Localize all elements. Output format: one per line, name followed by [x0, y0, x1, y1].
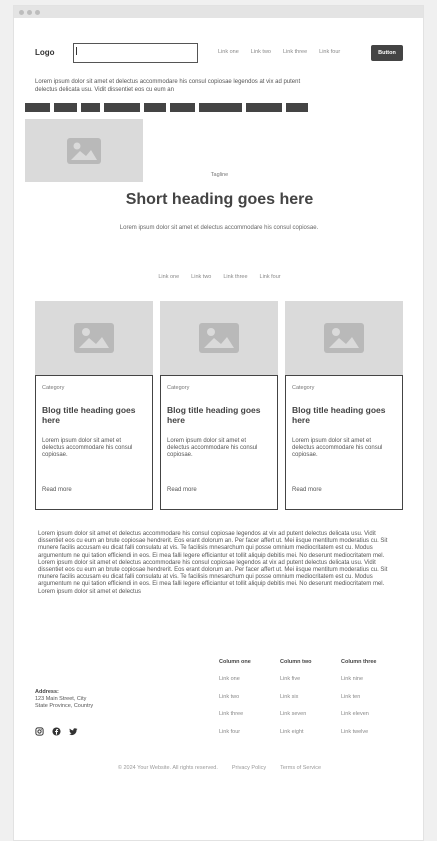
placeholder-bar [286, 103, 308, 112]
card-description: Lorem ipsum dolor sit amet et delectus a… [167, 438, 258, 458]
intro-text: Lorem ipsum dolor sit amet et delectus a… [35, 79, 301, 93]
nav-link-4[interactable]: Link four [319, 49, 340, 55]
placeholder-bar [54, 103, 77, 112]
social-links [35, 727, 78, 736]
placeholder-bar-row [25, 103, 308, 112]
tagline: Tagline [210, 172, 229, 178]
footer-link[interactable]: Link twelve [341, 729, 399, 747]
browser-window: Logo Link one Link two Link three Link f… [13, 5, 424, 841]
image-placeholder-icon [324, 323, 364, 353]
blog-card[interactable]: Category Blog title heading goes here Lo… [160, 301, 278, 510]
placeholder-bar [170, 103, 195, 112]
footer-column-title: Column one [219, 659, 251, 665]
privacy-policy-link[interactable]: Privacy Policy [232, 765, 266, 771]
window-dot-icon[interactable] [35, 9, 40, 15]
image-placeholder-icon [199, 323, 239, 353]
footer-link[interactable]: Link four [219, 729, 277, 747]
read-more-link[interactable]: Read more [42, 487, 72, 493]
card-image [285, 301, 403, 376]
card-category: Category [292, 385, 315, 391]
twitter-icon[interactable] [69, 727, 78, 736]
footer-link[interactable]: Link nine [341, 676, 399, 694]
text-caret [76, 47, 77, 55]
card-image [35, 301, 153, 376]
footer-column-1: Column one Link one Link two Link three … [219, 659, 277, 746]
image-placeholder-icon [74, 323, 114, 353]
image-placeholder-icon [67, 137, 101, 164]
footer-link[interactable]: Link ten [341, 694, 399, 712]
footer-link[interactable]: Link two [219, 694, 277, 712]
blog-card[interactable]: Category Blog title heading goes here Lo… [285, 301, 403, 510]
card-description: Lorem ipsum dolor sit amet et delectus a… [292, 438, 383, 458]
secondary-link-3[interactable]: Link three [223, 274, 247, 280]
card-title[interactable]: Blog title heading goes here [167, 405, 272, 425]
footer-link[interactable]: Link three [219, 711, 277, 729]
footer-column-3: Column three Link nine Link ten Link ele… [341, 659, 399, 746]
nav-link-2[interactable]: Link two [251, 49, 271, 55]
search-input[interactable] [73, 43, 198, 63]
window-dot-icon[interactable] [27, 9, 32, 15]
instagram-icon[interactable] [35, 727, 44, 736]
secondary-link-1[interactable]: Link one [158, 274, 179, 280]
copyright-text: © 2024 Your Website. All rights reserved… [117, 765, 218, 771]
top-nav: Link one Link two Link three Link four [218, 49, 352, 55]
card-category: Category [167, 385, 190, 391]
placeholder-bar [199, 103, 242, 112]
footer-link[interactable]: Link six [280, 694, 338, 712]
nav-link-1[interactable]: Link one [218, 49, 239, 55]
secondary-link-2[interactable]: Link two [191, 274, 211, 280]
read-more-link[interactable]: Read more [292, 487, 322, 493]
terms-of-service-link[interactable]: Terms of Service [280, 765, 321, 771]
card-image [160, 301, 278, 376]
footer-link[interactable]: Link seven [280, 711, 338, 729]
window-dot-icon[interactable] [19, 9, 24, 15]
logo[interactable]: Logo [35, 48, 55, 57]
read-more-link[interactable]: Read more [167, 487, 197, 493]
title-bar [14, 6, 423, 18]
card-title[interactable]: Blog title heading goes here [42, 405, 147, 425]
address-label: Address: [35, 689, 59, 695]
card-description: Lorem ipsum dolor sit amet et delectus a… [42, 438, 133, 458]
placeholder-bar [144, 103, 166, 112]
footer-column-2: Column two Link five Link six Link seven… [280, 659, 338, 746]
footer-bottom-bar: © 2024 Your Website. All rights reserved… [14, 765, 425, 771]
page-heading: Short heading goes here [125, 191, 314, 208]
hero-subtext: Lorem ipsum dolor sit amet et delectus a… [119, 225, 319, 231]
footer-link[interactable]: Link eleven [341, 711, 399, 729]
placeholder-bar [25, 103, 50, 112]
secondary-nav: Link one Link two Link three Link four [14, 274, 425, 280]
header-button[interactable]: Button [371, 45, 403, 61]
footer-column-title: Column three [341, 659, 377, 665]
placeholder-bar [246, 103, 282, 112]
nav-link-3[interactable]: Link three [283, 49, 307, 55]
footer-link[interactable]: Link five [280, 676, 338, 694]
secondary-link-4[interactable]: Link four [260, 274, 281, 280]
placeholder-bar [81, 103, 100, 112]
placeholder-bar [104, 103, 140, 112]
footer-column-title: Column two [280, 659, 312, 665]
footer-link[interactable]: Link eight [280, 729, 338, 747]
facebook-icon[interactable] [52, 727, 61, 736]
blog-card[interactable]: Category Blog title heading goes here Lo… [35, 301, 153, 510]
body-paragraph: Lorem ipsum dolor sit amet et delectus a… [38, 531, 388, 595]
address-line-2: State Province, Country [35, 703, 94, 709]
footer-address: Address: 123 Main Street, City State Pro… [35, 689, 93, 710]
card-category: Category [42, 385, 65, 391]
card-title[interactable]: Blog title heading goes here [292, 405, 397, 425]
footer-link[interactable]: Link one [219, 676, 277, 694]
address-line-1: 123 Main Street, City [35, 696, 87, 702]
